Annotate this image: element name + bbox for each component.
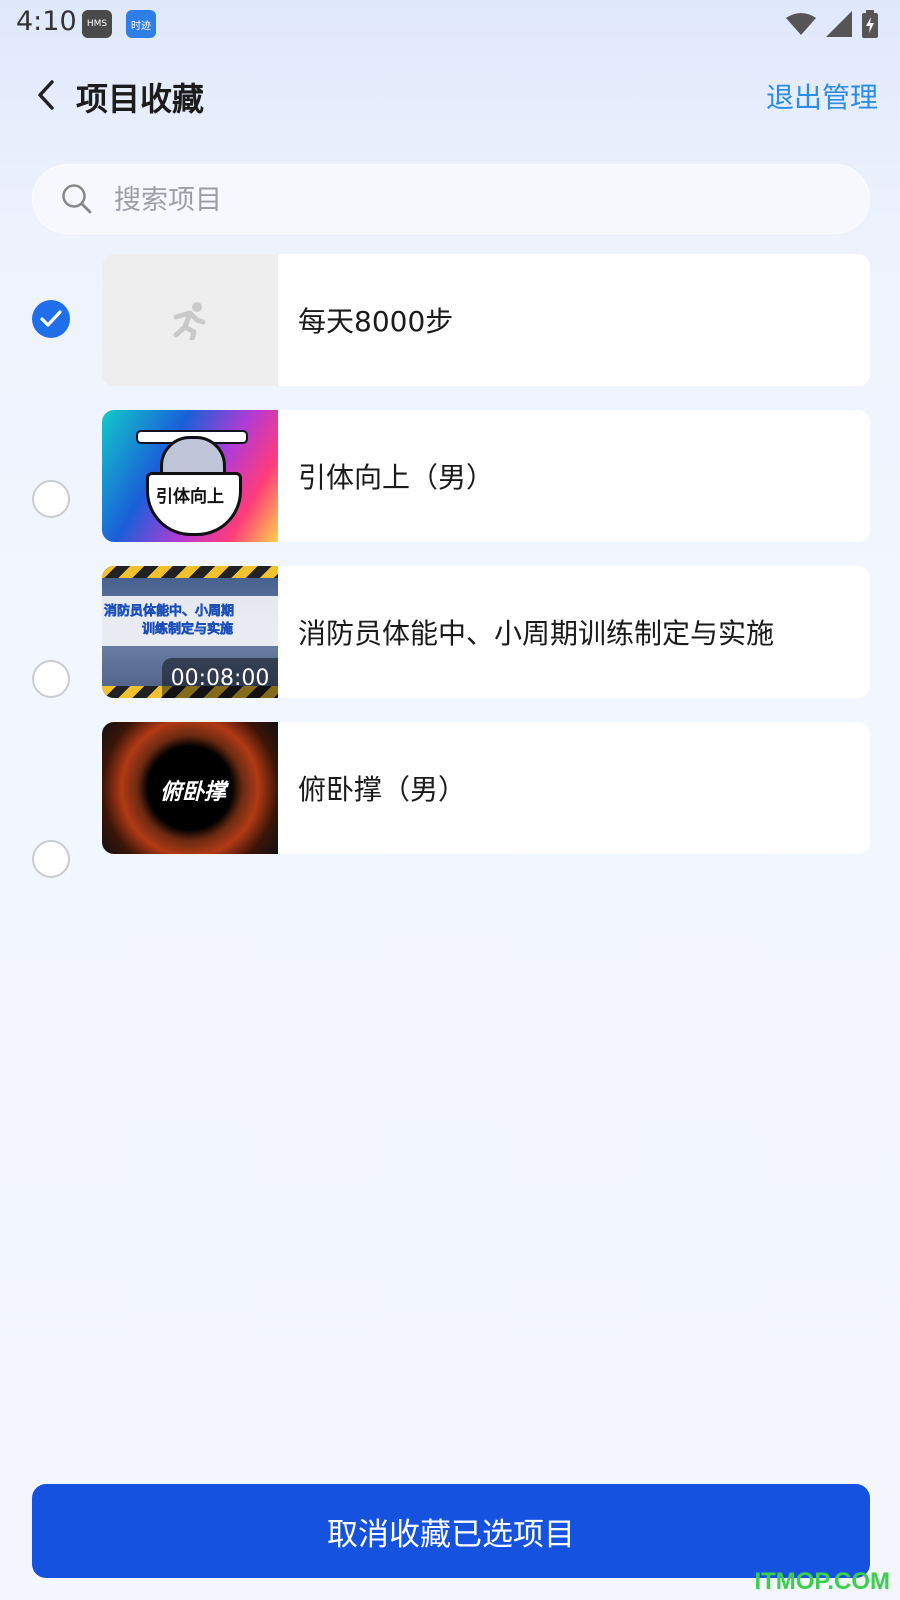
thumbnail: 消防员体能中、小周期 训练制定与实施 00:08:00 bbox=[102, 566, 278, 698]
favorite-card[interactable]: 俯卧撑 俯卧撑（男） bbox=[102, 722, 870, 854]
thumbnail-label-line1: 消防员体能中、小周期 bbox=[104, 604, 235, 620]
item-title: 引体向上（男） bbox=[298, 461, 495, 494]
hazard-stripe-top bbox=[102, 566, 278, 578]
checkmark-icon bbox=[40, 310, 62, 327]
thumbnail bbox=[102, 254, 278, 386]
item-title: 每天8000步 bbox=[298, 305, 454, 338]
running-figure-icon bbox=[173, 302, 206, 340]
item-checkbox[interactable] bbox=[32, 480, 70, 518]
thumbnail-label: 俯卧撑 bbox=[160, 780, 227, 805]
thumbnail: 俯卧撑 bbox=[102, 722, 278, 854]
item-checkbox-checked[interactable] bbox=[32, 300, 70, 338]
search-icon bbox=[62, 184, 92, 214]
list-item: 每天8000步 bbox=[0, 254, 900, 386]
chevron-left-icon[interactable] bbox=[30, 76, 64, 114]
list-item: 俯卧撑 俯卧撑（男） bbox=[0, 722, 900, 878]
watermark: ITMOP.COM bbox=[754, 1568, 890, 1595]
item-title: 消防员体能中、小周期训练制定与实施 bbox=[298, 617, 775, 650]
video-duration: 00:08:00 bbox=[162, 658, 278, 698]
thumbnail: 引体向上 bbox=[102, 410, 278, 542]
hms-badge-icon: HMS bbox=[82, 10, 112, 38]
page-title: 项目收藏 bbox=[76, 80, 205, 118]
status-bar: 4:10 HMS 时迹 bbox=[0, 0, 900, 48]
cancel-favorite-button[interactable]: 取消收藏已选项目 bbox=[32, 1484, 870, 1578]
signal-icon bbox=[826, 11, 852, 37]
list-item: 引体向上 引体向上（男） bbox=[0, 410, 900, 542]
battery-charging-icon bbox=[862, 10, 878, 38]
thumbnail-label: 引体向上 bbox=[156, 487, 224, 507]
favorite-card[interactable]: 每天8000步 bbox=[102, 254, 870, 386]
search-bar[interactable] bbox=[32, 164, 870, 234]
status-time: 4:10 bbox=[16, 6, 77, 37]
item-checkbox[interactable] bbox=[32, 660, 70, 698]
item-title: 俯卧撑（男） bbox=[298, 773, 467, 806]
search-input[interactable] bbox=[112, 176, 836, 224]
header: 项目收藏 退出管理 bbox=[0, 62, 900, 128]
wifi-icon bbox=[786, 13, 816, 35]
app-badge-icon: 时迹 bbox=[126, 10, 156, 38]
favorite-card[interactable]: 消防员体能中、小周期 训练制定与实施 00:08:00 消防员体能中、小周期训练… bbox=[102, 566, 870, 698]
exit-manage-button[interactable]: 退出管理 bbox=[766, 76, 878, 116]
list-item: 消防员体能中、小周期 训练制定与实施 00:08:00 消防员体能中、小周期训练… bbox=[0, 566, 900, 698]
item-checkbox[interactable] bbox=[32, 840, 70, 878]
thumbnail-label-line2: 训练制定与实施 bbox=[142, 622, 234, 638]
status-icons bbox=[786, 10, 878, 38]
favorite-card[interactable]: 引体向上 引体向上（男） bbox=[102, 410, 870, 542]
